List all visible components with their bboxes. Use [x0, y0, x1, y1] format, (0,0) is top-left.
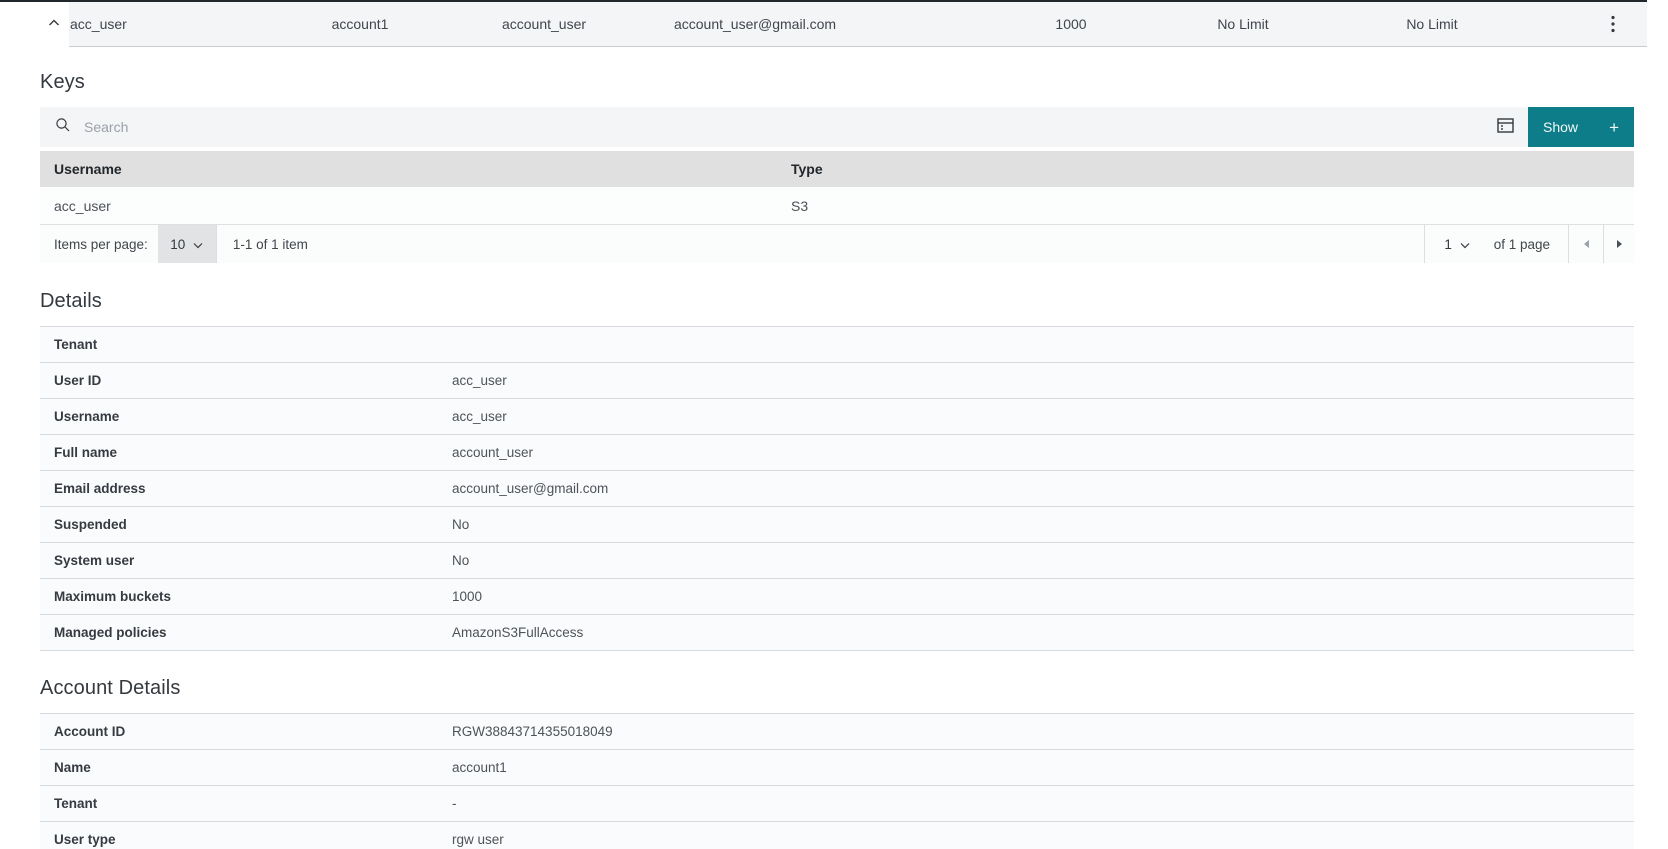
detail-row-email: Email address account_user@gmail.com	[40, 471, 1634, 507]
detail-value: account_user@gmail.com	[452, 481, 609, 496]
detail-row-tenant: Tenant	[40, 327, 1634, 363]
pagination-spacer	[308, 225, 1424, 263]
search-icon	[55, 117, 71, 138]
detail-value: account_user	[452, 445, 534, 460]
detail-label: Name	[54, 760, 91, 775]
detail-value: No	[452, 517, 470, 532]
detail-value: No	[452, 553, 470, 568]
row-cell-object-limit: No Limit	[1406, 16, 1458, 32]
chevron-down-icon	[1460, 237, 1470, 252]
detail-label: Maximum buckets	[54, 589, 172, 604]
pagination-divider	[215, 225, 217, 263]
row-cell-email: account_user@gmail.com	[673, 16, 837, 32]
detail-value: acc_user	[452, 409, 507, 424]
detail-row-full-name: Full name account_user	[40, 435, 1634, 471]
account-row-tenant: Tenant -	[40, 786, 1634, 822]
header-type: Type	[791, 161, 823, 177]
collapse-row-button[interactable]	[41, 11, 67, 37]
detail-label: User ID	[54, 373, 102, 388]
detail-label: Username	[54, 409, 120, 424]
next-page-button[interactable]	[1603, 225, 1634, 263]
caret-left-icon	[1583, 237, 1590, 252]
previous-page-button[interactable]	[1568, 225, 1603, 263]
search-box	[40, 107, 1482, 147]
show-button-label: Show	[1543, 119, 1579, 135]
keys-toolbar: Show +	[40, 107, 1634, 147]
show-button[interactable]: Show +	[1528, 107, 1634, 147]
account-details-section-title: Account Details	[40, 677, 181, 699]
detail-row-managed-policies: Managed policies AmazonS3FullAccess	[40, 615, 1634, 651]
detail-label: Managed policies	[54, 625, 167, 640]
column-settings-icon	[1496, 117, 1514, 137]
row-cell-size-limit: No Limit	[1217, 16, 1269, 32]
keys-table-row[interactable]: acc_user S3	[40, 187, 1634, 225]
detail-value: RGW38843714355018049	[452, 724, 613, 739]
chevron-down-icon	[193, 237, 203, 252]
detail-value: 1000	[452, 589, 483, 604]
caret-right-icon	[1616, 237, 1623, 252]
page-size-select[interactable]: 10	[157, 225, 216, 263]
detail-row-username: Username acc_user	[40, 399, 1634, 435]
of-pages-text: of 1 page	[1493, 236, 1550, 252]
header-username: Username	[54, 161, 122, 177]
detail-label: System user	[54, 553, 135, 568]
items-per-page-label: Items per page:	[54, 236, 148, 252]
row-cell-username: acc_user	[70, 16, 127, 32]
detail-value: -	[452, 796, 457, 811]
account-row-account-id: Account ID RGW38843714355018049	[40, 714, 1634, 750]
detail-row-suspended: Suspended No	[40, 507, 1634, 543]
account-details-table: Account ID RGW38843714355018049 Name acc…	[40, 713, 1634, 849]
keys-table: Username Type acc_user S3	[40, 151, 1634, 225]
detail-label: Full name	[54, 445, 118, 460]
key-username-cell: acc_user	[54, 197, 111, 214]
detail-value: AmazonS3FullAccess	[452, 625, 584, 640]
page-size-value: 10	[170, 236, 186, 252]
detail-row-maximum-buckets: Maximum buckets 1000	[40, 579, 1634, 615]
search-input[interactable]	[84, 107, 1482, 147]
row-cell-account: account1	[331, 16, 389, 32]
key-type-cell: S3	[791, 197, 809, 214]
detail-row-user-id: User ID acc_user	[40, 363, 1634, 399]
account-row-name: Name account1	[40, 750, 1634, 786]
plus-icon: +	[1609, 117, 1619, 137]
detail-label: Account ID	[54, 724, 126, 739]
kebab-menu-icon	[1611, 15, 1615, 36]
detail-label: Tenant	[54, 337, 98, 352]
pagination-range-text: 1-1 of 1 item	[232, 236, 308, 252]
detail-label: Email address	[54, 481, 146, 496]
detail-label: Tenant	[54, 796, 98, 811]
row-cell-max-buckets: 1000	[1055, 16, 1087, 32]
expanded-user-row: acc_user account1 account_user account_u…	[0, 0, 1647, 47]
column-settings-button[interactable]	[1482, 107, 1528, 147]
keys-table-header: Username Type	[40, 151, 1634, 187]
row-cell-fullname: account_user	[501, 16, 587, 32]
account-row-user-type: User type rgw user	[40, 822, 1634, 849]
details-table: Tenant User ID acc_user Username acc_use…	[40, 326, 1634, 651]
detail-value: account1	[452, 760, 507, 775]
keys-section-title: Keys	[40, 71, 85, 93]
detail-row-system-user: System user No	[40, 543, 1634, 579]
chevron-up-icon	[46, 15, 62, 34]
row-actions-menu-button[interactable]	[1597, 9, 1629, 41]
page-number-select[interactable]: 1	[1423, 225, 1490, 263]
details-section-title: Details	[40, 290, 102, 312]
keys-pagination: Items per page: 10 1-1 of 1 item 1 of 1 …	[40, 225, 1634, 263]
detail-value: rgw user	[452, 832, 504, 847]
page-number-value: 1	[1444, 236, 1452, 252]
detail-label: User type	[54, 832, 116, 847]
detail-value: acc_user	[452, 373, 507, 388]
detail-label: Suspended	[54, 517, 127, 532]
